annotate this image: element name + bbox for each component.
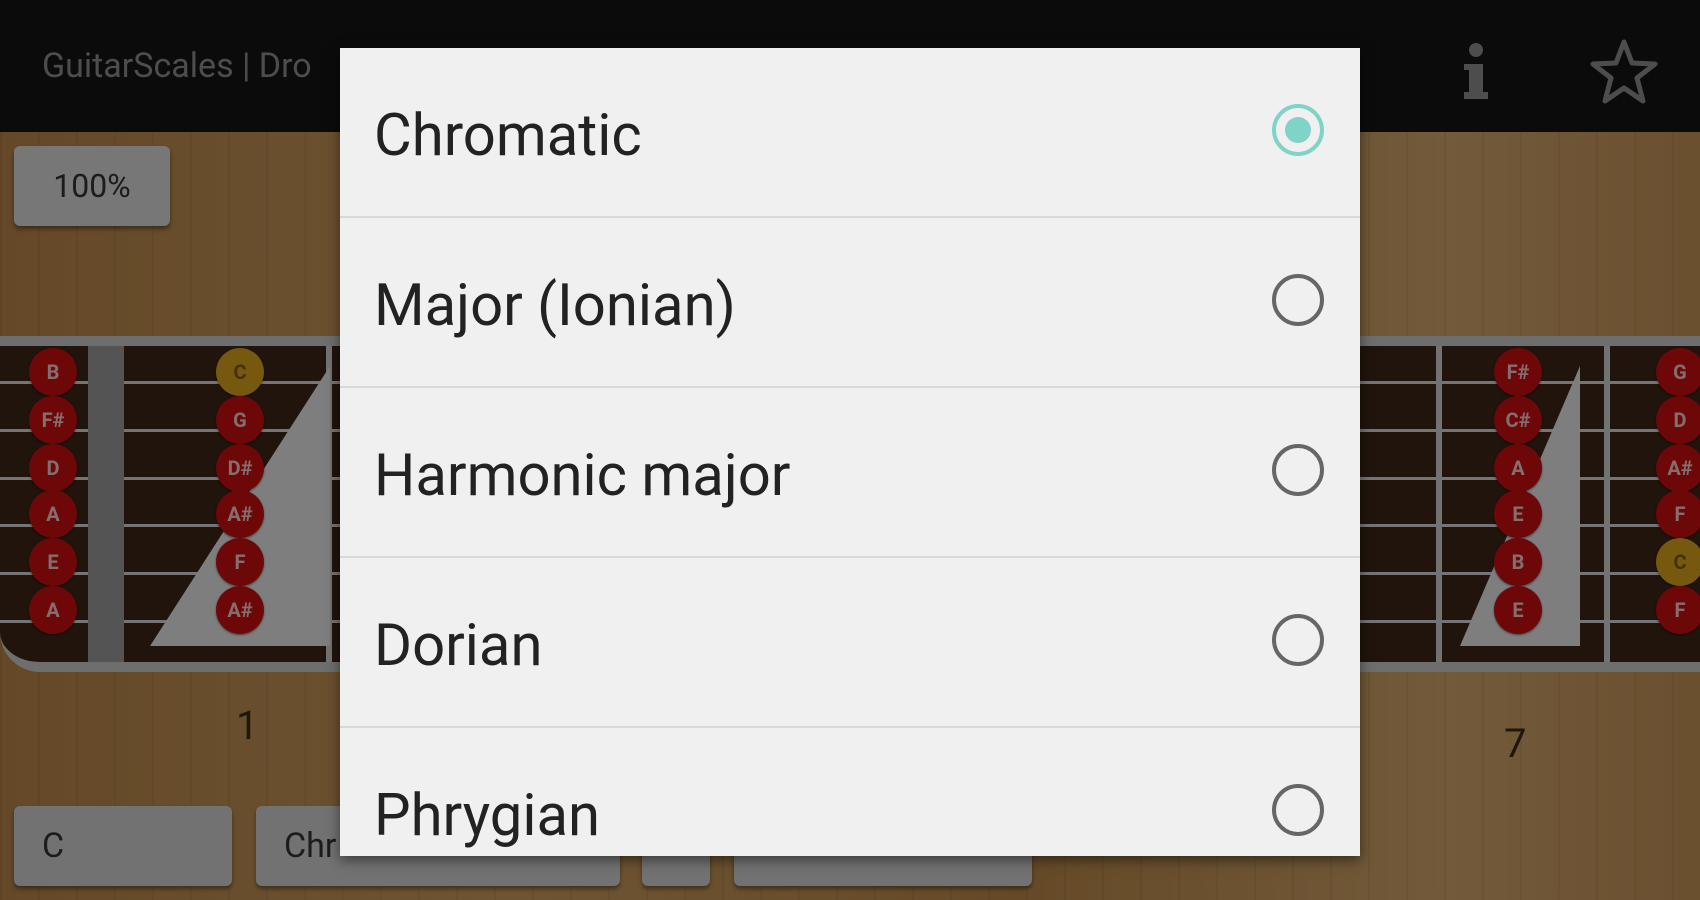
scale-option-harmonic-major[interactable]: Harmonic major: [340, 388, 1360, 558]
scale-option-label: Harmonic major: [374, 442, 791, 510]
radio-button[interactable]: [1272, 444, 1324, 496]
scale-option-major-ionian[interactable]: Major (Ionian): [340, 218, 1360, 388]
scale-option-dorian[interactable]: Dorian: [340, 558, 1360, 728]
radio-button[interactable]: [1272, 104, 1324, 156]
radio-button[interactable]: [1272, 784, 1324, 836]
scale-option-label: Dorian: [374, 612, 543, 680]
scale-select-dialog: Chromatic Major (Ionian) Harmonic major …: [340, 48, 1360, 856]
scale-option-label: Major (Ionian): [374, 272, 736, 340]
radio-button[interactable]: [1272, 274, 1324, 326]
radio-button[interactable]: [1272, 614, 1324, 666]
scale-option-chromatic[interactable]: Chromatic: [340, 48, 1360, 218]
scale-option-label: Phrygian: [374, 782, 601, 850]
scale-option-phrygian[interactable]: Phrygian: [340, 728, 1360, 856]
scale-option-label: Chromatic: [374, 102, 642, 170]
